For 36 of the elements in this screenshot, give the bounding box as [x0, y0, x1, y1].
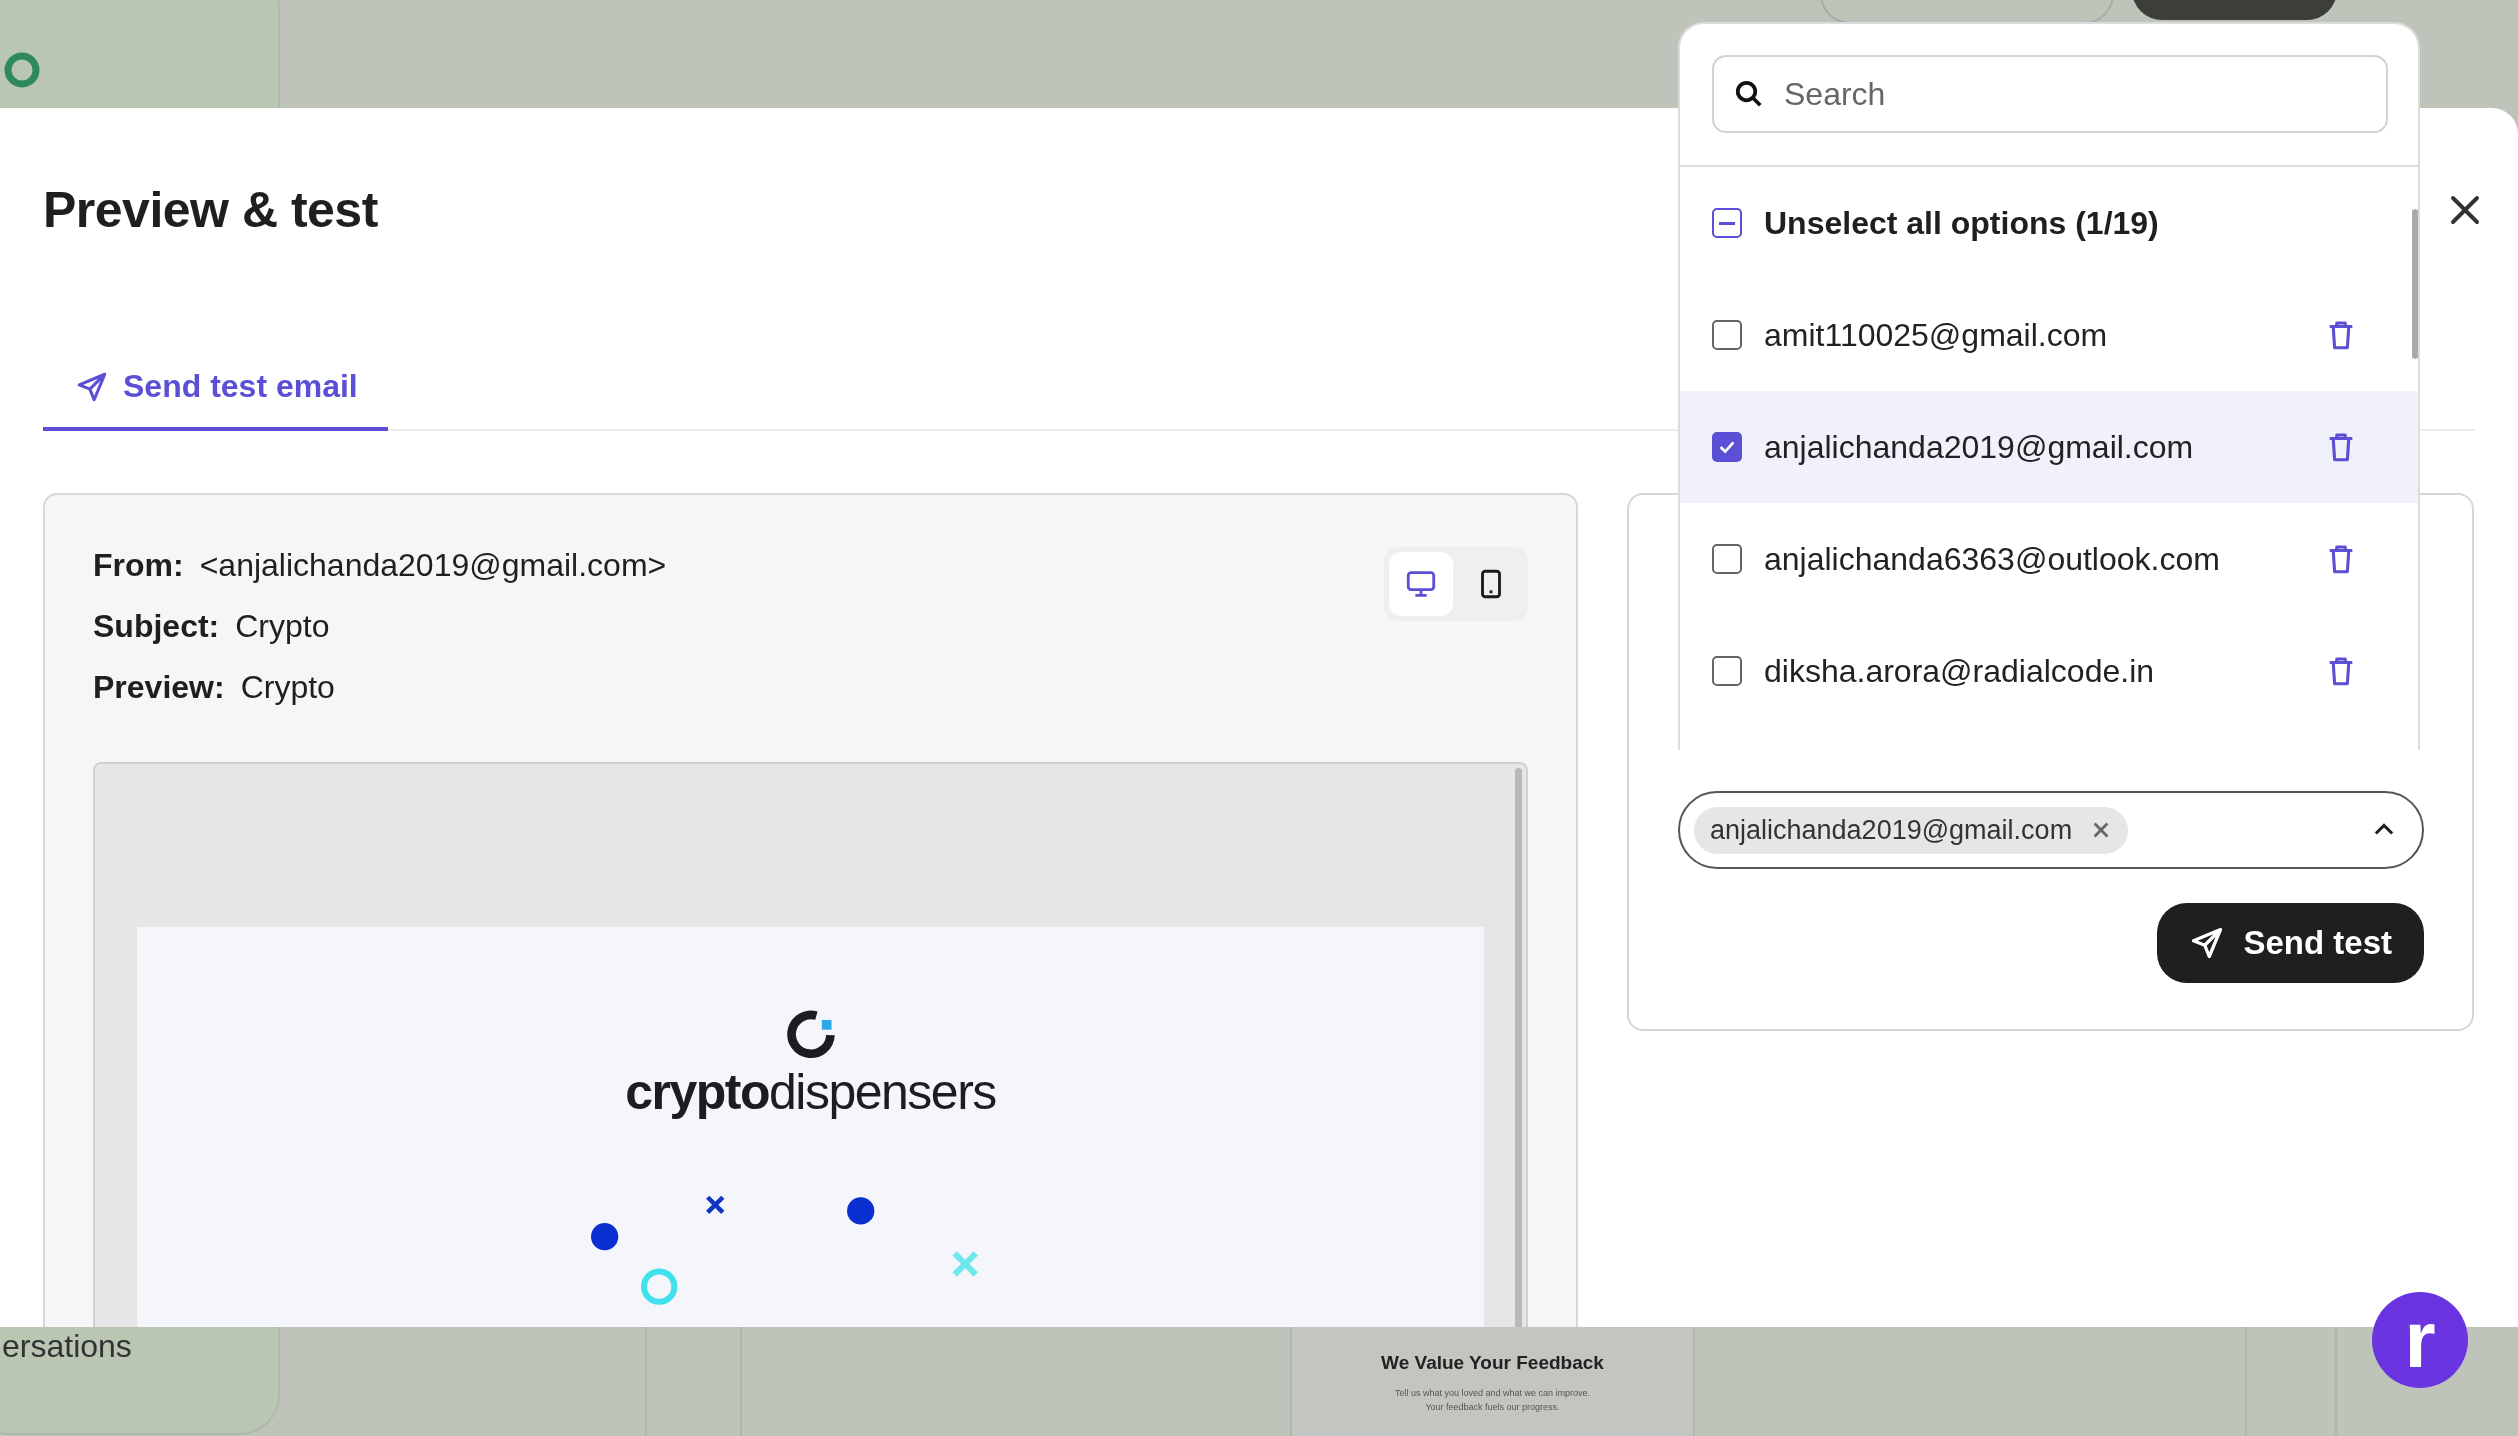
- search-field[interactable]: Search: [1712, 55, 2388, 133]
- option-label[interactable]: Unselect all options (1/19): [1764, 204, 2159, 242]
- field-label: Subject:: [93, 608, 220, 645]
- option-label: amit110025@gmail.com: [1764, 316, 2109, 354]
- sidebar-item[interactable]: ersations: [2, 1328, 132, 1365]
- card-text: Tell us what you loved and what we can improve.: [1394, 1388, 1591, 1398]
- checkbox[interactable]: [1712, 208, 1742, 238]
- field-label: From:: [93, 547, 184, 584]
- search-icon: [1734, 79, 1764, 109]
- option-label: anjalichanda2019@gmail.com: [1764, 428, 2195, 466]
- option-row[interactable]: diksha.arora@radialcode.in: [1680, 615, 2418, 727]
- tab[interactable]: Send test email: [43, 368, 388, 431]
- option-row[interactable]: anjalichanda2019@gmail.com: [1680, 391, 2418, 503]
- chat-launcher[interactable]: r: [2372, 1292, 2468, 1388]
- checkbox[interactable]: [1712, 432, 1742, 462]
- checkbox[interactable]: [1712, 544, 1742, 574]
- field-value: Crypto: [235, 608, 330, 645]
- logo-text: cryptodispensers: [625, 1063, 996, 1121]
- field-label: Preview:: [93, 669, 225, 706]
- scrollbar[interactable]: [2412, 209, 2418, 359]
- option-row[interactable]: anjalichanda6363@outlook.com: [1680, 503, 2418, 615]
- option-label: diksha.arora@radialcode.in: [1764, 652, 2156, 690]
- option-label: anjalichanda6363@outlook.com: [1764, 540, 2221, 578]
- card-text: Your feedback fuels our progress.: [1425, 1402, 1560, 1412]
- checkbox[interactable]: [1712, 656, 1742, 686]
- recipient-select[interactable]: anjalichanda2019@gmail.com: [1678, 791, 2424, 869]
- checkbox[interactable]: [1712, 320, 1742, 350]
- ring-icon: [2, 50, 42, 90]
- card-title: We Value Your Feedback: [1381, 1352, 1604, 1374]
- option-row[interactable]: amit110025@gmail.com: [1680, 279, 2418, 391]
- modal-title: Preview & test: [43, 181, 378, 239]
- field-value: Crypto: [240, 669, 335, 706]
- send-test-button[interactable]: Send test: [2157, 903, 2424, 983]
- desktop-button[interactable]: [1389, 552, 1453, 616]
- field-value: <anjalichanda2019@gmail.com>: [199, 547, 667, 584]
- chip-label: anjalichanda2019@gmail.com: [1710, 814, 2073, 846]
